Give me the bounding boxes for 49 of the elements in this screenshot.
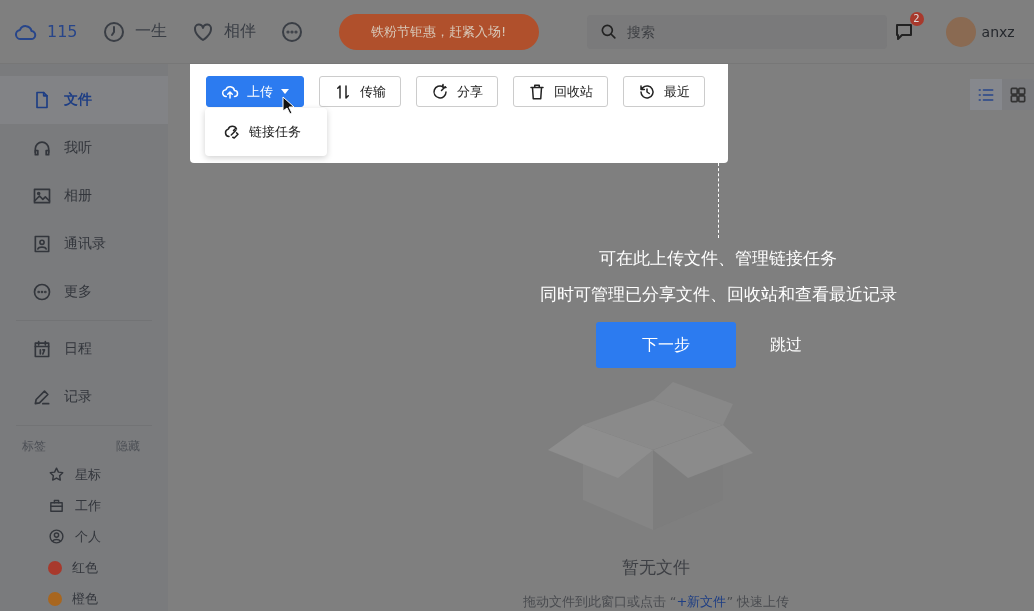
clock-icon xyxy=(101,19,126,44)
calendar-icon xyxy=(32,339,52,359)
sidebar-item[interactable]: 通讯录 xyxy=(0,220,168,268)
sidebar-item[interactable]: 日程 xyxy=(0,325,168,373)
promo-banner[interactable]: 铁粉节钜惠，赶紧入场! xyxy=(338,13,539,50)
nav-item[interactable]: 115 xyxy=(14,19,78,44)
tag-item[interactable]: 红色 xyxy=(0,552,168,583)
person-icon xyxy=(48,528,65,545)
share-icon xyxy=(431,82,449,101)
history-icon xyxy=(638,82,656,101)
toolbar-button[interactable]: 上传 xyxy=(206,76,304,107)
sidebar-item[interactable]: 更多 xyxy=(0,268,168,316)
trash-icon xyxy=(528,82,546,101)
toolbar-button[interactable]: 回收站 xyxy=(513,76,608,107)
more-button[interactable] xyxy=(279,19,304,44)
arrows-icon xyxy=(334,82,352,101)
image-icon xyxy=(32,186,52,206)
briefcase-icon xyxy=(48,497,65,514)
tag-item[interactable]: 个人 xyxy=(0,521,168,552)
notification-badge: 2 xyxy=(909,11,924,26)
next-button[interactable]: 下一步 xyxy=(596,322,736,368)
view-toggle[interactable] xyxy=(970,79,1002,110)
star-icon xyxy=(48,466,65,483)
search-field[interactable]: 搜索 xyxy=(586,14,887,49)
sidebar-item[interactable]: 相册 xyxy=(0,172,168,220)
toolbar-button[interactable]: 传输 xyxy=(319,76,401,107)
sidebar-item[interactable]: 我听 xyxy=(0,124,168,172)
contact-card-icon xyxy=(32,234,52,254)
toolbar-button[interactable]: 最近 xyxy=(623,76,705,107)
empty-title: 暂无文件 xyxy=(622,556,690,579)
tag-item[interactable]: 橙色 xyxy=(0,583,168,611)
more-icon xyxy=(279,19,304,44)
headphones-icon xyxy=(32,138,52,158)
sidebar-item[interactable]: 文件 xyxy=(0,76,168,124)
tag-item[interactable]: 星标 xyxy=(0,459,168,490)
tag-item[interactable]: 工作 xyxy=(0,490,168,521)
skip-button[interactable]: 跳过 xyxy=(770,334,802,356)
more-icon xyxy=(32,282,52,302)
sidebar-item[interactable]: 记录 xyxy=(0,373,168,421)
new-file-link[interactable]: +新文件 xyxy=(676,594,727,609)
menu-item[interactable]: 链接任务 xyxy=(205,123,301,141)
user-name[interactable]: anxz xyxy=(981,23,1015,40)
link-icon xyxy=(223,123,241,141)
nav-item[interactable]: 相伴 xyxy=(190,19,256,44)
caret-icon xyxy=(281,89,289,94)
guide-text: 同时可管理已分享文件、回收站和查看最近记录 xyxy=(539,283,897,306)
guide-text: 可在此上传文件、管理链接任务 xyxy=(599,247,837,270)
pencil-icon xyxy=(32,387,52,407)
toolbar-button[interactable]: 分享 xyxy=(416,76,498,107)
